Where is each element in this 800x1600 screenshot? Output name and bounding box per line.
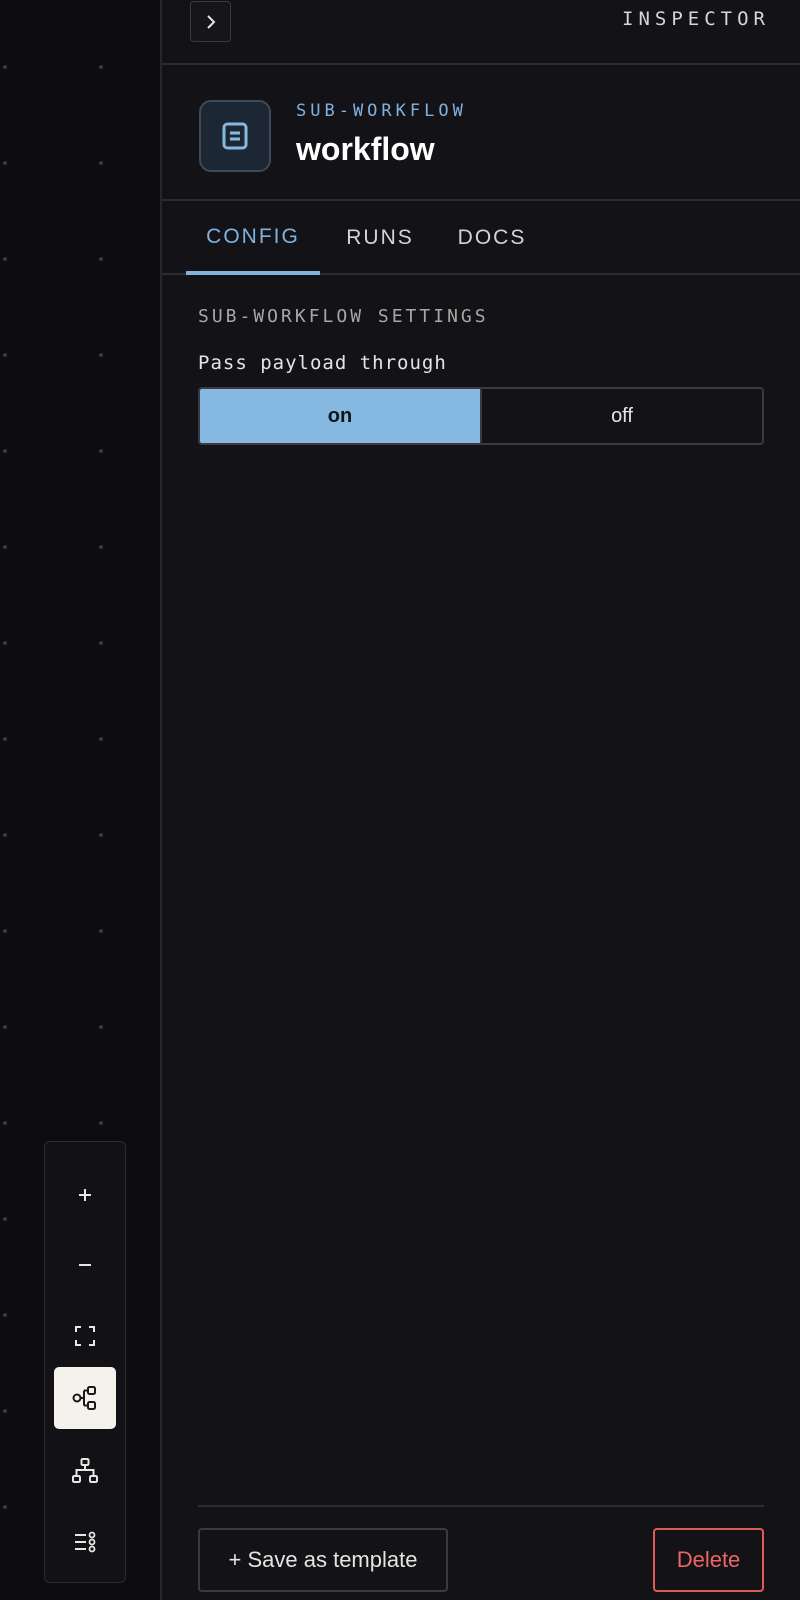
pass-payload-toggle: on off <box>198 387 764 445</box>
footer-divider <box>198 1505 764 1507</box>
inspector-panel: INSPECTOR SUB-WORKFLOW workflow CONFIG R… <box>160 0 800 1600</box>
zoom-in-button[interactable] <box>54 1164 116 1226</box>
tab-runs[interactable]: RUNS <box>332 201 428 275</box>
inspector-topbar: INSPECTOR <box>162 0 800 65</box>
tree-layout-icon <box>72 1458 98 1483</box>
zoom-out-button[interactable] <box>54 1234 116 1296</box>
delete-button[interactable]: Delete <box>653 1528 764 1592</box>
chevron-right-icon <box>206 14 215 29</box>
node-type-badge <box>199 100 271 172</box>
option-on[interactable]: on <box>200 389 482 443</box>
inspector-tabs: CONFIG RUNS DOCS <box>162 201 800 275</box>
node-header: SUB-WORKFLOW workflow <box>162 65 800 201</box>
list-layout-icon <box>75 1531 96 1553</box>
tree-layout-button[interactable] <box>54 1440 116 1502</box>
inspector-title: INSPECTOR <box>622 8 770 30</box>
minus-icon <box>79 1264 91 1266</box>
workflow-canvas[interactable] <box>0 0 160 1600</box>
tab-config[interactable]: CONFIG <box>186 201 320 275</box>
pass-payload-label: Pass payload through <box>198 352 447 374</box>
document-icon <box>222 122 248 150</box>
fit-view-button[interactable] <box>54 1305 116 1367</box>
option-off[interactable]: off <box>482 389 762 443</box>
flow-layout-button[interactable] <box>54 1367 116 1429</box>
collapse-panel-button[interactable] <box>190 1 231 42</box>
plus-icon <box>79 1189 91 1201</box>
fit-view-icon <box>75 1326 95 1346</box>
flow-layout-icon <box>72 1386 96 1410</box>
section-title: SUB-WORKFLOW SETTINGS <box>198 306 489 327</box>
list-layout-button[interactable] <box>54 1511 116 1573</box>
tab-docs[interactable]: DOCS <box>442 201 542 275</box>
node-kind-label: SUB-WORKFLOW <box>296 101 467 121</box>
save-as-template-button[interactable]: + Save as template <box>198 1528 448 1592</box>
canvas-controls <box>44 1141 126 1583</box>
node-name: workflow <box>296 131 435 167</box>
